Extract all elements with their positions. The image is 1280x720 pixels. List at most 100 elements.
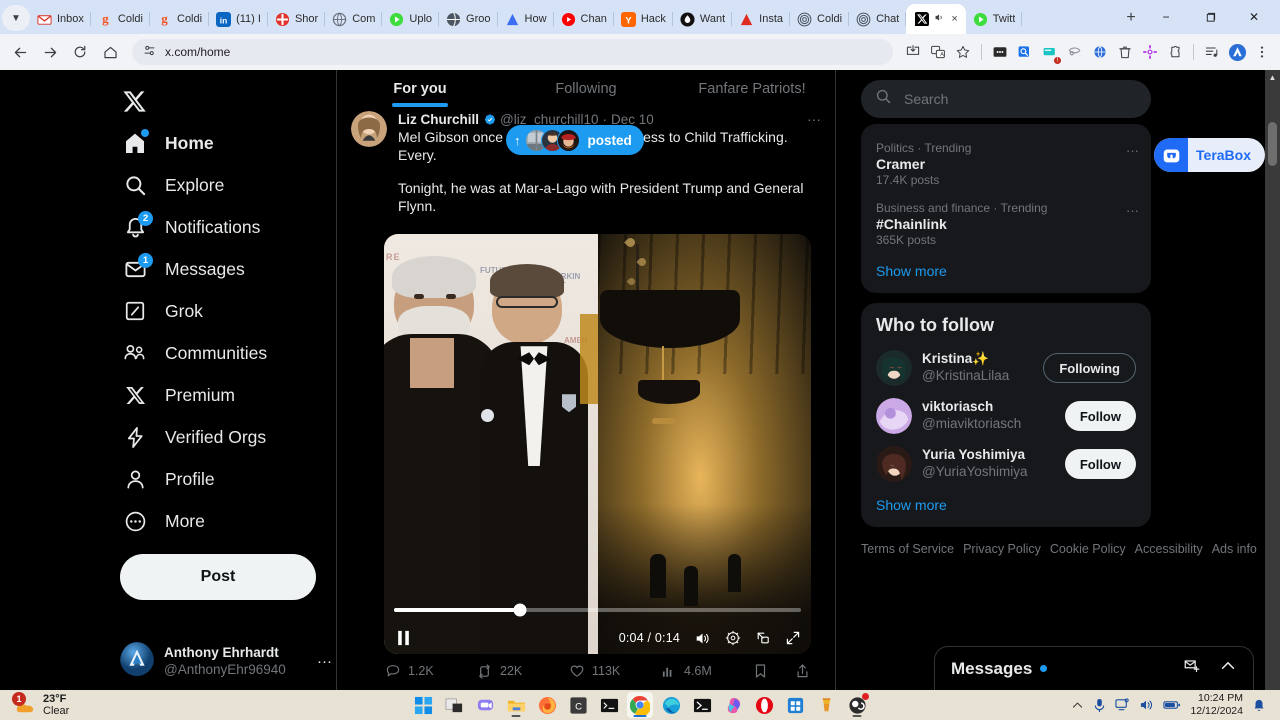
scrollbar-thumb[interactable]: [1268, 122, 1277, 166]
browser-tab[interactable]: Com: [325, 4, 383, 34]
who-show-more[interactable]: Show more: [861, 488, 1151, 523]
footer-link[interactable]: Terms of Service: [861, 542, 954, 556]
share-icon[interactable]: [794, 663, 811, 680]
address-bar[interactable]: x.com/home: [132, 39, 893, 65]
forward-icon[interactable]: [36, 38, 64, 66]
chevron-up-icon[interactable]: [1219, 657, 1237, 680]
browser-tab[interactable]: Inbox: [30, 4, 91, 34]
battery-icon[interactable]: [1163, 699, 1181, 711]
trends-show-more[interactable]: Show more: [861, 254, 1151, 289]
remote-desktop-icon[interactable]: [1115, 698, 1130, 712]
browser-tab[interactable]: Coldi: [790, 4, 850, 34]
terabox-widget[interactable]: TeraBox: [1154, 138, 1265, 172]
sidebar-item-profile[interactable]: Profile: [110, 458, 336, 500]
taskbar-start-icon[interactable]: [410, 692, 436, 718]
taskbar-task-view-icon[interactable]: [441, 692, 467, 718]
retweet-action[interactable]: 22K: [476, 663, 568, 680]
browser-tab[interactable]: Want: [673, 4, 733, 34]
trend-item[interactable]: Politics · Trending Cramer 17.4K posts ···: [861, 134, 1151, 194]
profile-avatar-icon[interactable]: [1225, 40, 1249, 64]
taskbar-calibre-icon[interactable]: C: [565, 692, 591, 718]
browser-tab[interactable]: Insta: [732, 4, 790, 34]
weather-widget[interactable]: 1 23°F Clear: [12, 692, 69, 717]
tab-close-button[interactable]: ×: [951, 13, 957, 25]
new-tab-button[interactable]: +: [1118, 5, 1144, 31]
browser-tab[interactable]: Groo: [439, 4, 498, 34]
sidebar-item-verified-orgs[interactable]: Verified Orgs: [110, 416, 336, 458]
messages-dock[interactable]: Messages: [934, 646, 1254, 690]
settings-gear-icon[interactable]: [725, 630, 741, 646]
footer-link[interactable]: Privacy Policy: [963, 542, 1041, 556]
taskbar-chrome-icon[interactable]: [627, 692, 653, 718]
taskbar-edge-icon[interactable]: [658, 692, 684, 718]
video-scrubber[interactable]: [394, 603, 801, 617]
picture-in-picture-icon[interactable]: [755, 630, 771, 646]
footer-link[interactable]: Ads info: [1212, 542, 1257, 556]
browser-tab[interactable]: Twitt: [966, 4, 1023, 34]
sidebar-item-messages[interactable]: 1 Messages: [110, 248, 336, 290]
sidebar-item-more[interactable]: More: [110, 500, 336, 542]
bookmark-star-icon[interactable]: [951, 40, 975, 64]
tab-following[interactable]: Following: [503, 70, 669, 107]
pause-button[interactable]: [396, 630, 411, 646]
volume-icon[interactable]: [1139, 698, 1154, 712]
tweet-more-icon[interactable]: ···: [807, 111, 821, 127]
install-app-icon[interactable]: [901, 40, 925, 64]
tab-for-you[interactable]: For you: [337, 70, 503, 107]
taskbar-firefox-icon[interactable]: [534, 692, 560, 718]
views-action[interactable]: 4.6M: [660, 663, 752, 680]
video-scrubber-handle[interactable]: [513, 603, 527, 617]
browser-tab[interactable]: Uplo: [382, 4, 439, 34]
browser-tab[interactable]: Y Hack: [614, 4, 673, 34]
post-button[interactable]: Post: [120, 554, 316, 600]
tag-extension-icon[interactable]: [1063, 40, 1087, 64]
reply-action[interactable]: 1.2K: [384, 663, 476, 680]
puzzle-icon[interactable]: [1163, 40, 1187, 64]
account-switcher[interactable]: Anthony Ehrhardt @AnthonyEhr96940 ···: [120, 642, 332, 681]
trend-more-icon[interactable]: ···: [1126, 143, 1139, 158]
new-message-icon[interactable]: [1183, 657, 1201, 680]
microphone-icon[interactable]: [1093, 698, 1106, 713]
taskbar-copilot-icon[interactable]: [720, 692, 746, 718]
translate-icon[interactable]: A: [926, 40, 950, 64]
search-input[interactable]: Search: [861, 80, 1151, 118]
taskbar-microsoft-store-icon[interactable]: [782, 692, 808, 718]
reload-icon[interactable]: [66, 38, 94, 66]
gear-extension-icon[interactable]: [1138, 40, 1162, 64]
sidebar-item-explore[interactable]: Explore: [110, 164, 336, 206]
notification-bell-icon[interactable]: [1252, 698, 1266, 713]
taskbar-file-explorer-icon[interactable]: [503, 692, 529, 718]
sidebar-item-grok[interactable]: Grok: [110, 290, 336, 332]
scroll-up-arrow-icon[interactable]: ▲: [1265, 70, 1280, 85]
browser-tab[interactable]: Chan: [554, 4, 614, 34]
tab-search-chevron-icon[interactable]: ▼: [2, 5, 30, 31]
close-window-button[interactable]: ✕: [1232, 1, 1276, 33]
x-logo-icon[interactable]: [110, 80, 158, 122]
search-extension-icon[interactable]: [1013, 40, 1037, 64]
browser-tab[interactable]: g Coldi: [150, 4, 210, 34]
volume-icon[interactable]: [694, 631, 711, 646]
who-to-follow-row[interactable]: Kristina✨ @KristinaLilaa Following: [861, 344, 1151, 392]
browser-tab[interactable]: How: [498, 4, 554, 34]
footer-link[interactable]: Cookie Policy: [1050, 542, 1126, 556]
browser-tab[interactable]: in (11) I: [209, 4, 268, 34]
taskbar-opera-icon[interactable]: [751, 692, 777, 718]
sidebar-item-home[interactable]: Home: [110, 122, 336, 164]
sidebar-item-communities[interactable]: Communities: [110, 332, 336, 374]
browser-tab[interactable]: Chat: [849, 4, 907, 34]
new-posts-pill[interactable]: ↑ posted: [506, 125, 644, 155]
fullscreen-icon[interactable]: [785, 630, 801, 646]
taskbar-obs-icon[interactable]: [844, 692, 870, 718]
chrome-menu-icon[interactable]: [1250, 40, 1274, 64]
sidebar-item-notifications[interactable]: 2 Notifications: [110, 206, 336, 248]
minimize-button[interactable]: −: [1144, 1, 1188, 33]
trend-item[interactable]: Business and finance · Trending #Chainlin…: [861, 194, 1151, 254]
sidebar-item-premium[interactable]: Premium: [110, 374, 336, 416]
tab-fanfare-patriots[interactable]: Fanfare Patriots!: [669, 70, 835, 107]
footer-link[interactable]: Accessibility: [1135, 542, 1203, 556]
globe-extension-icon[interactable]: [1088, 40, 1112, 64]
taskbar-chat-icon[interactable]: [472, 692, 498, 718]
who-to-follow-row[interactable]: Yuria Yoshimiya @YuriaYoshimiya Follow: [861, 440, 1151, 488]
taskbar-clock[interactable]: 10:24 PM 12/12/2024: [1190, 692, 1243, 718]
bookmark-icon[interactable]: [752, 663, 769, 680]
